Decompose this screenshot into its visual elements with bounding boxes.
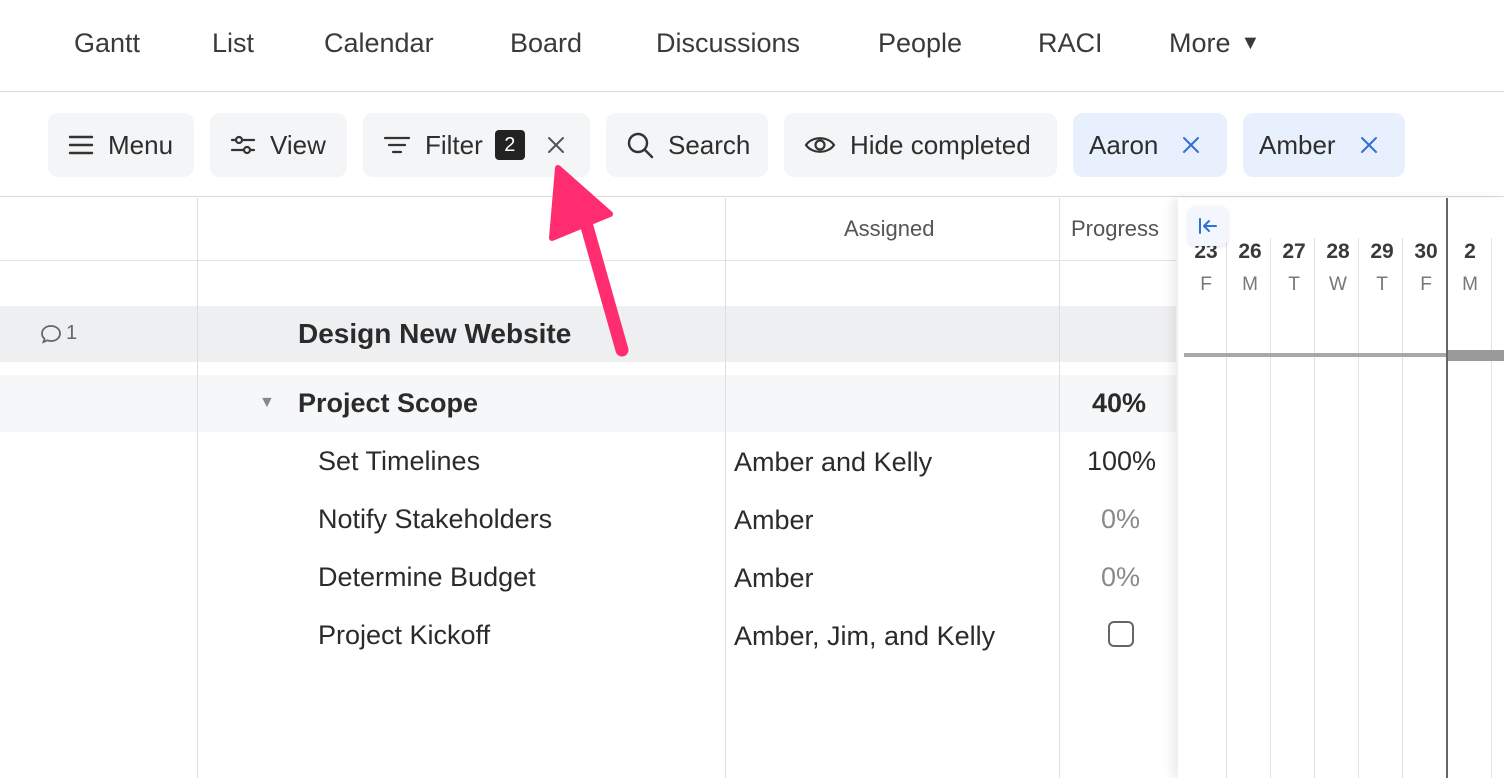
comment-count[interactable]: 1	[40, 322, 77, 345]
collapse-triangle-icon[interactable]: ▼	[259, 394, 275, 412]
column-divider	[1059, 198, 1060, 778]
search-icon	[627, 132, 654, 159]
clear-filter-icon[interactable]	[547, 136, 565, 154]
group-name[interactable]: Project Scope	[298, 388, 478, 419]
task-grid: Assigned Progress 1 Design New Website ▼…	[0, 198, 1178, 778]
header-divider	[0, 260, 1176, 261]
day-gridline	[1314, 238, 1315, 778]
day-gridline	[1402, 238, 1403, 778]
project-row[interactable]	[0, 306, 1176, 362]
task-name[interactable]: Project Kickoff	[318, 620, 490, 651]
project-summary-bar-continuation[interactable]	[1448, 350, 1504, 361]
task-assigned[interactable]: Amber and Kelly	[734, 447, 932, 478]
day-header: 2M	[1462, 240, 1478, 295]
search-button[interactable]: Search	[606, 113, 768, 177]
collapse-grid-button[interactable]	[1188, 206, 1228, 246]
task-name[interactable]: Determine Budget	[318, 562, 536, 593]
day-header: 23 F	[1194, 240, 1218, 295]
filter-label: Filter	[425, 129, 483, 160]
column-header-progress[interactable]: Progress	[1071, 216, 1159, 242]
sliders-icon	[230, 135, 256, 155]
comment-icon	[41, 324, 61, 344]
day-gridline	[1226, 238, 1227, 778]
milestone-checkbox[interactable]	[1108, 621, 1134, 654]
task-progress[interactable]: 100%	[1087, 446, 1156, 477]
menu-label: Menu	[108, 129, 174, 160]
day-header: 27 T	[1282, 240, 1306, 295]
group-progress: 40%	[1092, 388, 1147, 418]
view-button[interactable]: View	[210, 113, 347, 177]
chip-label: Amber	[1259, 129, 1336, 160]
day-header: 28 W	[1326, 240, 1350, 295]
collapse-left-icon	[1199, 218, 1217, 234]
filter-chip-amber[interactable]: Amber	[1243, 113, 1405, 177]
more-label: More	[1169, 28, 1231, 58]
chip-label: Aaron	[1089, 129, 1159, 160]
gantt-chart: 23 F 26 M 27 T 28 W 29 T 30 F 2M	[1178, 198, 1504, 778]
tab-raci[interactable]: RACI	[1038, 28, 1103, 59]
caret-down-icon: ▼	[1240, 32, 1261, 54]
tab-people[interactable]: People	[878, 28, 962, 59]
task-progress[interactable]: 0%	[1101, 504, 1140, 535]
hide-completed-label: Hide completed	[850, 129, 1031, 160]
menu-button[interactable]: Menu	[48, 113, 194, 177]
group-row[interactable]	[0, 375, 1176, 432]
task-progress[interactable]: 0%	[1101, 562, 1140, 593]
task-assigned[interactable]: Amber	[734, 505, 814, 536]
day-gridline	[1358, 238, 1359, 778]
tab-board[interactable]: Board	[510, 28, 582, 59]
project-summary-bar[interactable]	[1184, 353, 1446, 357]
tab-more[interactable]: More ▼	[1169, 28, 1260, 59]
filter-icon	[383, 136, 411, 154]
task-assigned[interactable]: Amber	[734, 563, 814, 594]
filter-chip-aaron[interactable]: Aaron	[1073, 113, 1227, 177]
tab-calendar[interactable]: Calendar	[324, 28, 434, 59]
eye-icon	[804, 137, 836, 153]
comment-count-value: 1	[66, 322, 78, 344]
task-name[interactable]: Notify Stakeholders	[318, 504, 552, 535]
top-navigation: Gantt List Calendar Board Discussions Pe…	[0, 0, 1504, 92]
project-name[interactable]: Design New Website	[298, 318, 571, 350]
day-header: 30 F	[1414, 240, 1438, 295]
toolbar: Menu View Filter 2 Search Hide completed…	[0, 93, 1504, 197]
filter-button[interactable]: Filter 2	[363, 113, 590, 177]
column-divider	[197, 198, 198, 778]
search-label: Search	[668, 129, 751, 160]
hamburger-icon	[68, 135, 94, 155]
tab-discussions[interactable]: Discussions	[656, 28, 800, 59]
hide-completed-button[interactable]: Hide completed	[784, 113, 1057, 177]
day-gridline	[1491, 238, 1492, 778]
task-assigned[interactable]: Amber, Jim, and Kelly	[734, 621, 995, 652]
day-gridline	[1270, 238, 1271, 778]
task-name[interactable]: Set Timelines	[318, 446, 480, 477]
filter-count-badge: 2	[494, 130, 525, 160]
remove-chip-icon[interactable]	[1182, 136, 1200, 154]
column-divider	[725, 198, 726, 778]
tab-gantt[interactable]: Gantt	[74, 28, 140, 59]
view-label: View	[270, 129, 326, 160]
column-header-assigned[interactable]: Assigned	[844, 216, 935, 242]
remove-chip-icon[interactable]	[1360, 136, 1378, 154]
tab-list[interactable]: List	[212, 28, 254, 59]
day-header: 29 T	[1370, 240, 1394, 295]
day-header: 26 M	[1238, 240, 1262, 295]
checkbox-icon	[1108, 621, 1134, 647]
